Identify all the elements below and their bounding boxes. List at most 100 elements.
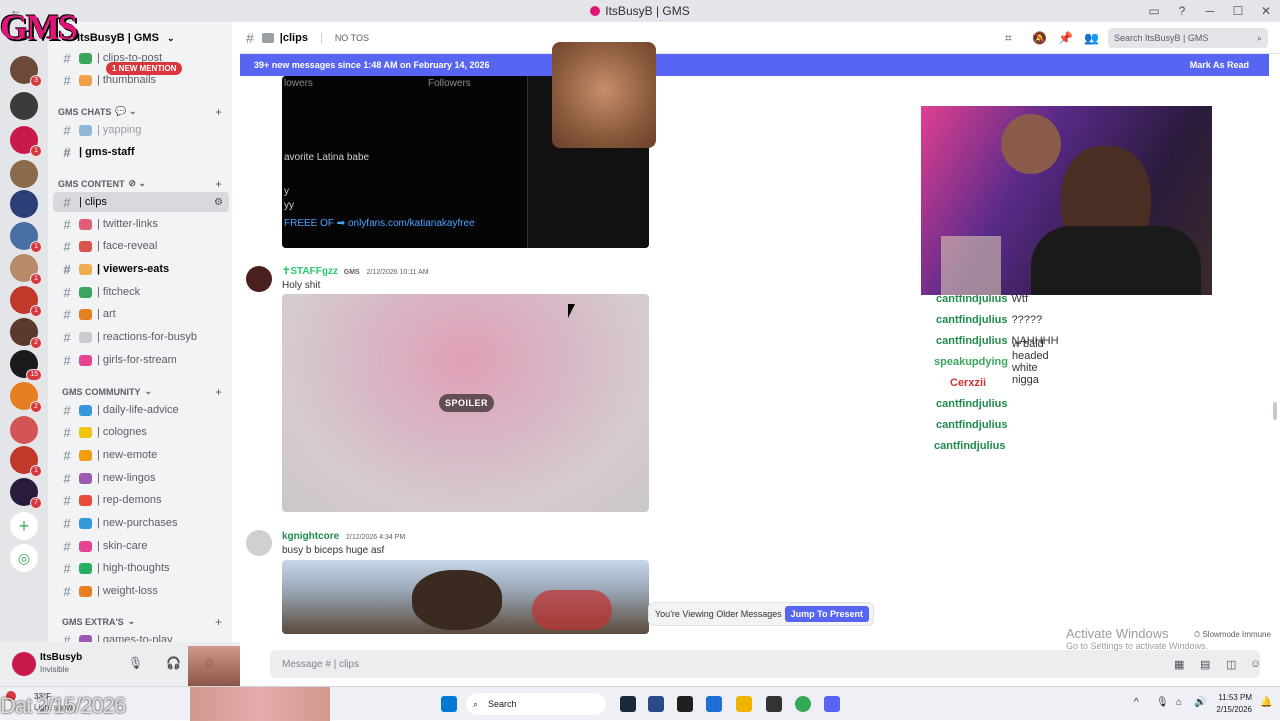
server-avatar[interactable]: 2: [10, 382, 42, 413]
emoji-icon: [79, 634, 92, 642]
chevron-up-icon[interactable]: ^: [1134, 697, 1139, 708]
server-avatar[interactable]: [10, 92, 38, 120]
server-avatar[interactable]: 1: [10, 446, 42, 477]
category-gms-content[interactable]: GMS CONTENT ⊘ ⌄ +: [58, 177, 228, 191]
sticker-icon[interactable]: ◫: [1226, 658, 1236, 671]
channel-girls-for-stream[interactable]: # | girls-for-stream: [53, 350, 229, 370]
maximize-button[interactable]: ☐: [1224, 0, 1252, 22]
server-avatar[interactable]: 15: [10, 350, 42, 381]
category-gms-community[interactable]: GMS COMMUNITY ⌄ +: [58, 385, 228, 399]
help-icon[interactable]: ?: [1168, 0, 1196, 22]
channel-daily-life-advice[interactable]: # | daily-life-advice: [53, 400, 229, 420]
channel-clips[interactable]: # | clips ⚙: [53, 192, 229, 212]
message-author[interactable]: ✝STAFFgzz GMS 2/12/2026 10:11 AM: [282, 266, 429, 277]
spoiler-image[interactable]: SPOILER: [282, 294, 649, 512]
server-avatar[interactable]: 1: [10, 254, 42, 285]
emoji-icon: [79, 540, 92, 552]
server-avatar[interactable]: [10, 190, 38, 218]
avatar[interactable]: [246, 266, 272, 292]
plus-icon[interactable]: +: [215, 385, 222, 399]
notifications-bell-icon[interactable]: 🔔: [1260, 697, 1272, 708]
minimize-button[interactable]: ─: [1196, 0, 1224, 22]
server-avatar[interactable]: 1: [10, 286, 42, 317]
file-explorer-icon[interactable]: [736, 696, 752, 712]
epic-games-icon[interactable]: [677, 696, 693, 712]
obs-icon[interactable]: [766, 696, 782, 712]
taskbar-search[interactable]: ⌕ Search: [466, 693, 606, 715]
channel-new-purchases[interactable]: # | new-purchases: [53, 513, 229, 533]
channel-twitter-links[interactable]: # | twitter-links: [53, 214, 229, 234]
microphone-icon[interactable]: 🎙: [128, 656, 143, 670]
gift-icon[interactable]: ▦: [1174, 658, 1184, 671]
members-icon[interactable]: 👥: [1084, 31, 1099, 45]
scrollbar-thumb[interactable]: [1273, 402, 1277, 420]
webcam-overlay: [921, 106, 1212, 295]
plus-icon[interactable]: +: [215, 615, 222, 629]
settings-gear-icon[interactable]: ⚙: [214, 197, 223, 208]
discord-icon[interactable]: [824, 696, 840, 712]
headphones-icon[interactable]: 🎧: [166, 656, 181, 670]
channel-fitcheck[interactable]: # | fitcheck: [53, 282, 229, 302]
volume-icon[interactable]: 🔊: [1194, 697, 1206, 708]
message-author[interactable]: kgnightcore 2/12/2026 4:34 PM: [282, 531, 405, 542]
server-avatar[interactable]: 3: [10, 56, 42, 87]
server-avatar[interactable]: 2: [10, 318, 42, 349]
window-title: ItsBusyB | GMS: [605, 4, 690, 18]
channel-games-to-play[interactable]: # | games-to-play: [53, 630, 229, 642]
jump-to-present-button[interactable]: Jump To Present: [784, 606, 869, 622]
mark-as-read-button[interactable]: Mark As Read: [1190, 60, 1249, 70]
channel-face-reveal[interactable]: # | face-reveal: [53, 236, 229, 256]
inbox-icon[interactable]: ▭: [1140, 0, 1168, 22]
microphone-icon[interactable]: 🎙: [1156, 697, 1169, 708]
new-mention-badge[interactable]: 1 NEW MENTION: [106, 62, 183, 75]
chrome-icon[interactable]: [795, 696, 811, 712]
server-avatar[interactable]: [10, 160, 38, 188]
clock-date[interactable]: 2/15/2026: [1212, 705, 1252, 714]
channel-weight-loss[interactable]: # | weight-loss: [53, 581, 229, 601]
server-avatar[interactable]: 7: [10, 478, 42, 509]
channel-reactions-for-busyb[interactable]: # | reactions-for-busyb: [53, 327, 229, 347]
channel-viewers-eats[interactable]: # | viewers-eats: [53, 259, 229, 279]
chat-line: speakupdying w bald headed white nigga: [934, 337, 1049, 386]
channel-gms-staff[interactable]: # | gms-staff: [53, 142, 229, 162]
emoji-icon: [79, 124, 92, 136]
plus-icon[interactable]: +: [215, 105, 222, 119]
clock-time[interactable]: 11:53 PM: [1212, 693, 1252, 702]
server-list: 3 1 1 1 1 2 15 2 1 7 + ◎: [0, 22, 48, 686]
avatar[interactable]: [246, 530, 272, 556]
windows-start-icon[interactable]: [441, 696, 457, 712]
channel-rep-demons[interactable]: # | rep-demons: [53, 490, 229, 510]
add-server-icon[interactable]: +: [10, 512, 38, 540]
pin-icon[interactable]: 📌: [1058, 31, 1073, 45]
threads-icon[interactable]: ⌗: [1005, 31, 1012, 46]
server-avatar[interactable]: 1: [10, 126, 42, 157]
bell-muted-icon[interactable]: 🔕: [1032, 31, 1047, 45]
stream-chat-overlay: cantfindjulius Wtf cantfindjulius????? ca…: [694, 288, 1059, 456]
discover-icon[interactable]: ◎: [10, 544, 38, 572]
channel-topic: NO TOS: [334, 32, 369, 43]
steam-icon[interactable]: [620, 696, 636, 712]
plus-icon[interactable]: +: [215, 177, 222, 191]
channel-new-emote[interactable]: # | new-emote: [53, 445, 229, 465]
category-gms-chats[interactable]: GMS CHATS 💬 ⌄ +: [58, 105, 228, 119]
app-icon[interactable]: [648, 696, 664, 712]
channel-high-thoughts[interactable]: # | high-thoughts: [53, 558, 229, 578]
network-icon[interactable]: ⌂: [1176, 697, 1182, 708]
message-input[interactable]: Message # | clips ▦ ▤ ◫ ☺: [270, 650, 1261, 678]
server-avatar[interactable]: 1: [10, 222, 42, 253]
close-button[interactable]: ✕: [1252, 0, 1280, 22]
app-icon[interactable]: [706, 696, 722, 712]
channel-yapping[interactable]: # | yapping: [53, 120, 229, 140]
avatar[interactable]: [12, 652, 36, 676]
category-gms-extras[interactable]: GMS EXTRA'S ⌄ +: [58, 615, 228, 629]
emoji-picker-icon[interactable]: ☺: [1250, 658, 1261, 670]
message-image[interactable]: [282, 560, 649, 634]
gif-icon[interactable]: ▤: [1200, 658, 1210, 671]
channel-art[interactable]: # | art: [53, 304, 229, 324]
channel-new-lingos[interactable]: # | new-lingos: [53, 468, 229, 488]
search-input[interactable]: Search ItsBusyB | GMS ⌕: [1108, 28, 1268, 48]
server-avatar[interactable]: [10, 416, 38, 444]
channel-skin-care[interactable]: # | skin-care: [53, 536, 229, 556]
new-messages-bar[interactable]: 39+ new messages since 1:48 AM on Februa…: [240, 54, 1269, 76]
channel-colognes[interactable]: # | colognes: [53, 422, 229, 442]
